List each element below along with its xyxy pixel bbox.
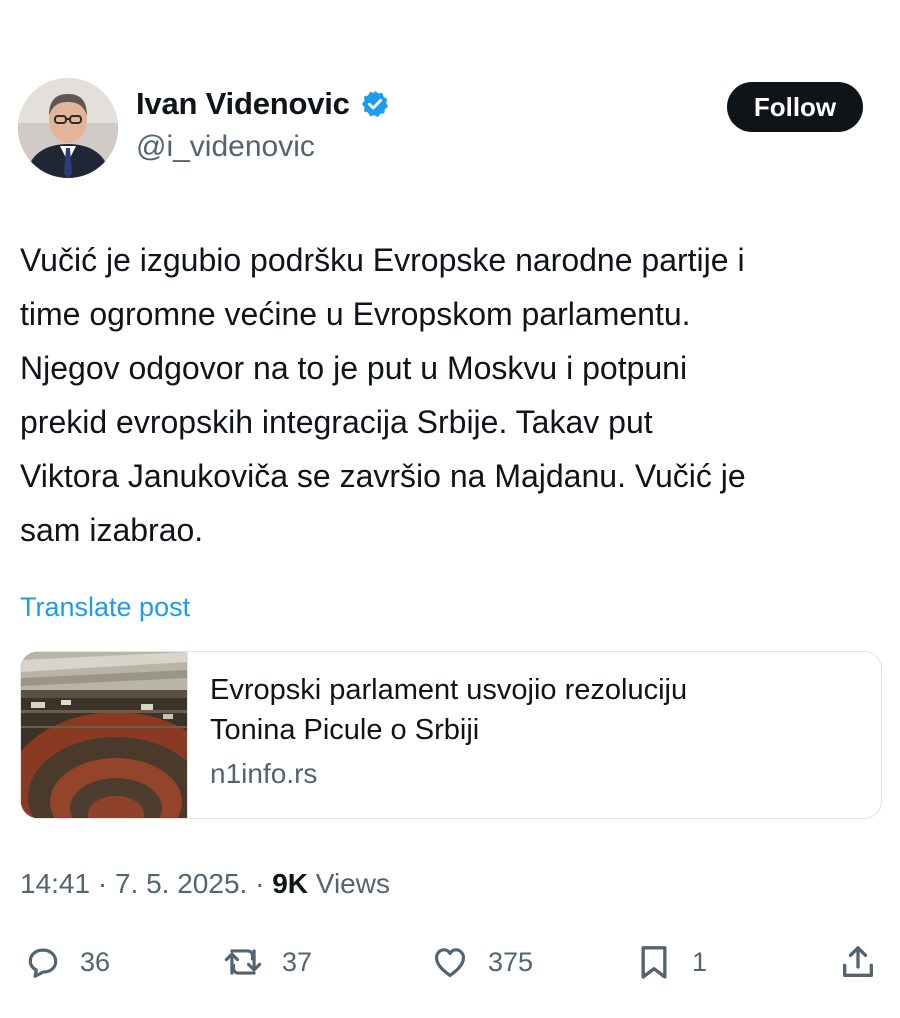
card-body: Evropski parlament usvojio rezoluciju To…: [188, 652, 687, 818]
card-domain: n1info.rs: [210, 758, 318, 789]
post-text-line: Njegov odgovor na to je put u Moskvu i p…: [20, 350, 688, 386]
views-count: 9K: [272, 868, 308, 899]
verified-badge-icon: [360, 89, 390, 119]
share-button[interactable]: [838, 940, 878, 984]
avatar-photo: [18, 78, 118, 178]
repost-icon: [222, 943, 264, 981]
post-text-line: time ogromne većine u Evropskom parlamen…: [20, 296, 691, 332]
reply-button[interactable]: 36: [24, 940, 110, 984]
card-title: Tonina Picule o Srbiji: [210, 714, 480, 746]
card-title: Evropski parlament usvojio rezoluciju: [210, 674, 688, 706]
translate-post-link[interactable]: Translate post: [20, 592, 190, 623]
meta-separator: ·: [90, 868, 115, 899]
repost-button[interactable]: 37: [222, 940, 312, 984]
like-button[interactable]: 375: [430, 940, 533, 984]
post-text-line: sam izabrao.: [20, 512, 204, 548]
post-page: Ivan Videnovic @i_videnovic Follow Vučić…: [0, 0, 900, 1018]
meta-space: [308, 868, 316, 900]
reply-icon: [24, 943, 62, 981]
reply-count: 36: [80, 946, 111, 977]
card-thumbnail-image: [21, 652, 226, 818]
meta-separator: ·: [247, 868, 273, 899]
bookmark-icon: [634, 942, 674, 982]
repost-count: 37: [282, 946, 313, 977]
post-date[interactable]: 7. 5. 2025.: [115, 868, 247, 900]
like-count: 375: [488, 946, 534, 977]
post-text-line: Vučić je izgubio podršku Evropske narodn…: [20, 242, 745, 278]
follow-button[interactable]: Follow: [727, 82, 863, 132]
post-time[interactable]: 14:41: [20, 868, 90, 900]
bookmark-count: 1: [692, 946, 708, 977]
post-text-line: Viktora Janukoviča se završio na Majdanu…: [20, 458, 746, 494]
author-handle[interactable]: @i_videnovic: [136, 130, 315, 164]
avatar[interactable]: [18, 78, 118, 178]
post-text: Vučić je izgubio podršku Evropske narodn…: [20, 233, 890, 557]
bookmark-button[interactable]: 1: [634, 940, 707, 984]
link-preview-card[interactable]: Evropski parlament usvojio rezoluciju To…: [20, 651, 882, 819]
like-icon: [430, 943, 470, 981]
author-name[interactable]: Ivan Videnovic: [136, 86, 350, 122]
author-name-row: Ivan Videnovic: [136, 86, 390, 122]
share-icon: [838, 942, 878, 982]
post-text-line: prekid evropskih integracija Srbije. Tak…: [20, 404, 653, 440]
post-meta: 14:41 · 7. 5. 2025. · 9K Views: [20, 868, 390, 900]
views-label: Views: [315, 868, 390, 899]
